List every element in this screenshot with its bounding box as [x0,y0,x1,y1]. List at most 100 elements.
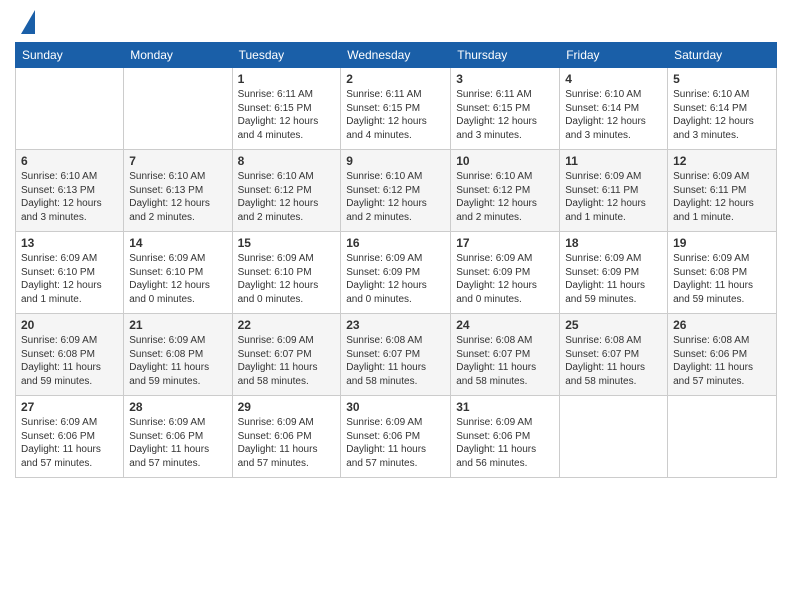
day-number: 13 [21,236,118,250]
day-number: 12 [673,154,771,168]
logo [15,10,35,34]
day-number: 24 [456,318,554,332]
calendar-cell: 13Sunrise: 6:09 AM Sunset: 6:10 PM Dayli… [16,232,124,314]
day-number: 4 [565,72,662,86]
day-number: 8 [238,154,336,168]
weekday-header-tuesday: Tuesday [232,43,341,68]
calendar-cell: 11 Sunrise: 6:09 AM Sunset: 6:11 PM Dayli… [560,150,668,232]
day-info: Sunrise: 6:09 AM Sunset: 6:11 PM Dayligh… [565,170,662,224]
page: SundayMondayTuesdayWednesdayThursdayFrid… [0,0,792,612]
weekday-header-saturday: Saturday [668,43,777,68]
day-info: Sunrise: 6:08 AM Sunset: 6:07 PM Dayligh… [565,334,662,388]
day-info: Sunrise: 6:08 AM Sunset: 6:06 PM Dayligh… [673,334,771,388]
calendar-cell: 27Sunrise: 6:09 AM Sunset: 6:06 PM Dayli… [16,396,124,478]
day-number: 20 [21,318,118,332]
weekday-header-monday: Monday [124,43,232,68]
day-number: 5 [673,72,771,86]
day-number: 23 [346,318,445,332]
calendar-cell: 14 Sunrise: 6:09 AM Sunset: 6:10 PM Dayli… [124,232,232,314]
calendar-cell: 4 Sunrise: 6:10 AM Sunset: 6:14 PM Daylig… [560,68,668,150]
header [15,10,777,34]
day-number: 19 [673,236,771,250]
calendar-cell: 30 Sunrise: 6:09 AM Sunset: 6:06 PM Dayli… [341,396,451,478]
calendar-cell: 12 Sunrise: 6:09 AM Sunset: 6:11 PM Dayli… [668,150,777,232]
calendar-cell: 20Sunrise: 6:09 AM Sunset: 6:08 PM Dayli… [16,314,124,396]
calendar-cell: 26 Sunrise: 6:08 AM Sunset: 6:06 PM Dayli… [668,314,777,396]
day-info: Sunrise: 6:09 AM Sunset: 6:08 PM Dayligh… [673,252,771,306]
day-info: Sunrise: 6:09 AM Sunset: 6:06 PM Dayligh… [346,416,445,470]
calendar-cell: 1 Sunrise: 6:11 AM Sunset: 6:15 PM Daylig… [232,68,341,150]
day-number: 15 [238,236,336,250]
calendar-table: SundayMondayTuesdayWednesdayThursdayFrid… [15,42,777,478]
day-info: Sunrise: 6:08 AM Sunset: 6:07 PM Dayligh… [346,334,445,388]
day-info: Sunrise: 6:09 AM Sunset: 6:08 PM Dayligh… [129,334,226,388]
day-info: Sunrise: 6:09 AM Sunset: 6:10 PM Dayligh… [238,252,336,306]
day-info: Sunrise: 6:09 AM Sunset: 6:06 PM Dayligh… [456,416,554,470]
calendar-cell: 21 Sunrise: 6:09 AM Sunset: 6:08 PM Dayli… [124,314,232,396]
week-row-5: 27Sunrise: 6:09 AM Sunset: 6:06 PM Dayli… [16,396,777,478]
calendar-cell: 15 Sunrise: 6:09 AM Sunset: 6:10 PM Dayli… [232,232,341,314]
calendar-cell: 9 Sunrise: 6:10 AM Sunset: 6:12 PM Daylig… [341,150,451,232]
calendar-cell: 24 Sunrise: 6:08 AM Sunset: 6:07 PM Dayli… [451,314,560,396]
weekday-header-wednesday: Wednesday [341,43,451,68]
day-number: 6 [21,154,118,168]
day-number: 16 [346,236,445,250]
calendar-cell: 2 Sunrise: 6:11 AM Sunset: 6:15 PM Daylig… [341,68,451,150]
calendar-cell: 16 Sunrise: 6:09 AM Sunset: 6:09 PM Dayli… [341,232,451,314]
day-info: Sunrise: 6:10 AM Sunset: 6:14 PM Dayligh… [565,88,662,142]
calendar-cell [560,396,668,478]
day-number: 18 [565,236,662,250]
day-info: Sunrise: 6:11 AM Sunset: 6:15 PM Dayligh… [346,88,445,142]
week-row-3: 13 Sunrise: 6:09 AM Sunset: 6:10 PM Dayli… [16,232,777,314]
calendar-cell [16,68,124,150]
calendar-cell: 22 Sunrise: 6:09 AM Sunset: 6:07 PM Dayli… [232,314,341,396]
day-number: 29 [238,400,336,414]
calendar-cell: 23 Sunrise: 6:08 AM Sunset: 6:07 PM Dayli… [341,314,451,396]
day-number: 26 [673,318,771,332]
day-number: 17 [456,236,554,250]
calendar-cell: 31Sunrise: 6:09 AM Sunset: 6:06 PM Dayli… [451,396,560,478]
day-info: Sunrise: 6:08 AM Sunset: 6:07 PM Dayligh… [456,334,554,388]
day-info: Sunrise: 6:09 AM Sunset: 6:09 PM Dayligh… [456,252,554,306]
day-number: 21 [129,318,226,332]
day-info: Sunrise: 6:11 AM Sunset: 6:15 PM Dayligh… [456,88,554,142]
week-row-1: 1 Sunrise: 6:11 AM Sunset: 6:15 PM Daylig… [16,68,777,150]
day-number: 7 [129,154,226,168]
week-row-4: 20 Sunrise: 6:09 AM Sunset: 6:08 PM Dayli… [16,314,777,396]
calendar-cell: 19 Sunrise: 6:09 AM Sunset: 6:08 PM Dayli… [668,232,777,314]
week-row-2: 6Sunrise: 6:10 AM Sunset: 6:13 PM Daylig… [16,150,777,232]
calendar-cell: 25Sunrise: 6:08 AM Sunset: 6:07 PM Dayli… [560,314,668,396]
day-info: Sunrise: 6:10 AM Sunset: 6:12 PM Dayligh… [456,170,554,224]
logo-triangle-icon [21,10,35,34]
day-info: Sunrise: 6:09 AM Sunset: 6:06 PM Dayligh… [129,416,226,470]
day-info: Sunrise: 6:10 AM Sunset: 6:12 PM Dayligh… [346,170,445,224]
day-info: Sunrise: 6:09 AM Sunset: 6:06 PM Dayligh… [238,416,336,470]
weekday-header-friday: Friday [560,43,668,68]
day-info: Sunrise: 6:09 AM Sunset: 6:11 PM Dayligh… [673,170,771,224]
calendar-cell: 5Sunrise: 6:10 AM Sunset: 6:14 PM Daylig… [668,68,777,150]
day-info: Sunrise: 6:09 AM Sunset: 6:07 PM Dayligh… [238,334,336,388]
calendar-cell [668,396,777,478]
day-info: Sunrise: 6:09 AM Sunset: 6:10 PM Dayligh… [129,252,226,306]
day-number: 1 [238,72,336,86]
calendar-cell: 3Sunrise: 6:11 AM Sunset: 6:15 PM Daylig… [451,68,560,150]
day-info: Sunrise: 6:09 AM Sunset: 6:06 PM Dayligh… [21,416,118,470]
day-number: 11 [565,154,662,168]
day-number: 10 [456,154,554,168]
calendar-cell: 18Sunrise: 6:09 AM Sunset: 6:09 PM Dayli… [560,232,668,314]
calendar-cell: 6Sunrise: 6:10 AM Sunset: 6:13 PM Daylig… [16,150,124,232]
day-number: 22 [238,318,336,332]
day-number: 14 [129,236,226,250]
day-info: Sunrise: 6:09 AM Sunset: 6:09 PM Dayligh… [346,252,445,306]
day-number: 2 [346,72,445,86]
calendar-cell [124,68,232,150]
calendar-cell: 7Sunrise: 6:10 AM Sunset: 6:13 PM Daylig… [124,150,232,232]
weekday-header-row: SundayMondayTuesdayWednesdayThursdayFrid… [16,43,777,68]
calendar-cell: 8 Sunrise: 6:10 AM Sunset: 6:12 PM Daylig… [232,150,341,232]
day-info: Sunrise: 6:11 AM Sunset: 6:15 PM Dayligh… [238,88,336,142]
day-number: 9 [346,154,445,168]
day-number: 28 [129,400,226,414]
day-number: 30 [346,400,445,414]
day-info: Sunrise: 6:10 AM Sunset: 6:12 PM Dayligh… [238,170,336,224]
calendar-cell: 10 Sunrise: 6:10 AM Sunset: 6:12 PM Dayli… [451,150,560,232]
